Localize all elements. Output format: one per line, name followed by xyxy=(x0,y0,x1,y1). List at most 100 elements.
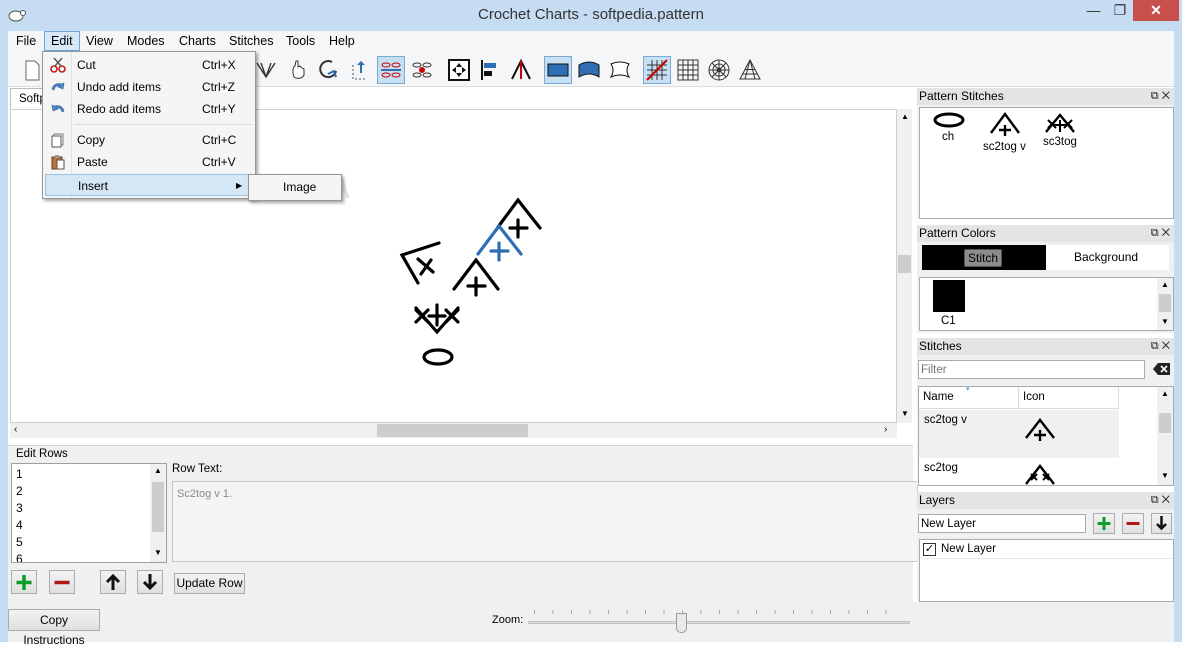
add-row-button[interactable] xyxy=(11,570,37,594)
scroll-down-icon[interactable]: ▼ xyxy=(1161,317,1169,326)
layer-visible-checkbox[interactable]: ✓ xyxy=(923,543,936,556)
rotate-icon[interactable] xyxy=(315,56,343,84)
list-item[interactable]: 4 xyxy=(16,518,23,532)
rows-list-thumb[interactable] xyxy=(152,482,164,532)
canvas-vertical-thumb[interactable] xyxy=(898,255,911,273)
dock-float-close-icons[interactable]: ⧉ ✕ xyxy=(1151,492,1170,509)
canvas-horizontal-scrollbar[interactable]: ‹ › xyxy=(10,423,897,438)
rows-list[interactable]: 1 2 3 4 5 6 ▲ ▼ xyxy=(11,463,167,563)
maximize-button[interactable]: ❐ xyxy=(1107,0,1133,21)
scale-icon[interactable] xyxy=(346,56,374,84)
layer-name-input[interactable] xyxy=(918,514,1086,533)
close-button[interactable]: ✕ xyxy=(1133,0,1179,21)
chart-stitch-selected[interactable] xyxy=(476,223,523,262)
zoom-slider[interactable] xyxy=(528,610,910,636)
menu-item-insert[interactable]: Insert ▶ xyxy=(45,174,253,196)
remove-layer-button[interactable] xyxy=(1122,513,1144,534)
move-layer-down-button[interactable] xyxy=(1151,513,1172,534)
blob-shape-icon[interactable] xyxy=(606,56,634,84)
triangle-grid-icon[interactable] xyxy=(736,56,764,84)
grid-off-icon[interactable] xyxy=(643,56,671,84)
menu-item-redo[interactable]: Redo add items Ctrl+Y xyxy=(45,98,253,120)
chart-stitch-chain[interactable] xyxy=(422,348,454,366)
dock-float-close-icons[interactable]: ⧉ ✕ xyxy=(1151,88,1170,105)
move-row-up-button[interactable] xyxy=(100,570,126,594)
menu-tools[interactable]: Tools xyxy=(280,31,321,51)
scroll-up-icon[interactable]: ▲ xyxy=(154,466,162,475)
grid-stitch-icon[interactable] xyxy=(408,56,436,84)
row-text-field[interactable]: Sc2tog v 1. xyxy=(172,481,918,562)
menu-stitches[interactable]: Stitches xyxy=(223,31,279,51)
stitch-color-button[interactable]: Stitch xyxy=(922,245,1046,270)
column-header-icon[interactable]: Icon xyxy=(1019,387,1119,409)
scroll-left-icon[interactable]: ‹ xyxy=(14,424,17,435)
fan-stitch-icon[interactable] xyxy=(252,56,280,84)
align-icon[interactable] xyxy=(476,56,504,84)
swatch-list-thumb[interactable] xyxy=(1159,294,1171,312)
menu-item-copy[interactable]: Copy Ctrl+C xyxy=(45,129,253,151)
scroll-up-icon[interactable]: ▲ xyxy=(1161,389,1169,398)
angle-icon[interactable] xyxy=(507,56,535,84)
table-row[interactable]: sc2tog v xyxy=(919,410,1119,458)
layer-row[interactable]: ✓ New Layer xyxy=(920,540,1173,559)
chart-stitch-sc2tog-middle[interactable] xyxy=(452,257,500,297)
remove-row-button[interactable] xyxy=(49,570,75,594)
move-icon[interactable] xyxy=(445,56,473,84)
background-color-button[interactable]: Background xyxy=(1046,245,1169,270)
list-item[interactable]: 5 xyxy=(16,535,23,549)
color-swatch-list[interactable]: C1 ▲ ▼ xyxy=(919,277,1174,331)
hand-icon[interactable] xyxy=(285,56,313,84)
list-item[interactable]: 6 xyxy=(16,552,23,562)
stitch-name[interactable]: ch xyxy=(942,131,954,143)
copy-instructions-button[interactable]: Copy Instructions xyxy=(8,609,100,647)
grid-icon[interactable] xyxy=(674,56,702,84)
menu-view[interactable]: View xyxy=(80,31,119,51)
table-row[interactable]: sc2tog xyxy=(919,458,1119,485)
zoom-slider-handle[interactable] xyxy=(676,613,688,633)
minimize-button[interactable]: — xyxy=(1080,0,1107,21)
canvas-vertical-scrollbar[interactable]: ▲ ▼ xyxy=(897,109,912,423)
menu-edit[interactable]: Edit xyxy=(44,31,80,51)
canvas-horizontal-thumb[interactable] xyxy=(377,424,528,437)
dock-float-close-icons[interactable]: ⧉ ✕ xyxy=(1151,338,1170,355)
stitches-table-scrollbar[interactable]: ▲ ▼ xyxy=(1157,387,1173,485)
menu-modes[interactable]: Modes xyxy=(121,31,171,51)
menu-item-cut[interactable]: Cut Ctrl+X xyxy=(45,54,253,76)
stitches-table[interactable]: Name ▾ Icon sc2tog v sc2tog ▲ ▼ xyxy=(918,386,1174,486)
round-grid-icon[interactable] xyxy=(705,56,733,84)
menu-help[interactable]: Help xyxy=(323,31,361,51)
chart-stitch-rotated[interactable] xyxy=(399,241,441,285)
color-swatch[interactable] xyxy=(933,280,965,312)
submenu-item-image[interactable]: Image xyxy=(250,177,340,198)
update-row-button[interactable]: Update Row xyxy=(174,573,245,594)
scroll-right-icon[interactable]: › xyxy=(884,424,887,435)
scroll-up-icon[interactable]: ▲ xyxy=(1161,280,1169,289)
scroll-up-icon[interactable]: ▲ xyxy=(901,112,909,121)
menu-item-paste[interactable]: Paste Ctrl+V xyxy=(45,151,253,173)
add-layer-button[interactable] xyxy=(1093,513,1115,534)
list-item[interactable]: 2 xyxy=(16,484,23,498)
align-rows-icon[interactable] xyxy=(377,56,405,84)
menu-charts[interactable]: Charts xyxy=(173,31,222,51)
dock-float-close-icons[interactable]: ⧉ ✕ xyxy=(1151,225,1170,242)
menu-item-undo[interactable]: Undo add items Ctrl+Z xyxy=(45,76,253,98)
stitches-table-thumb[interactable] xyxy=(1159,413,1171,433)
pattern-stitches-list[interactable]: ch sc2tog v sc3tog xyxy=(919,107,1174,219)
scroll-down-icon[interactable]: ▼ xyxy=(901,409,909,418)
rectangle-shape-icon[interactable] xyxy=(544,56,572,84)
swatch-list-scrollbar[interactable]: ▲ ▼ xyxy=(1157,278,1173,330)
menu-file[interactable]: File xyxy=(10,31,42,51)
list-item[interactable]: 3 xyxy=(16,501,23,515)
scroll-down-icon[interactable]: ▼ xyxy=(1161,471,1169,480)
stitch-name[interactable]: sc3tog xyxy=(1043,136,1077,148)
clear-filter-icon[interactable] xyxy=(1153,362,1171,376)
wave-shape-icon[interactable] xyxy=(575,56,603,84)
scroll-down-icon[interactable]: ▼ xyxy=(154,548,162,557)
stitch-filter-input[interactable] xyxy=(918,360,1145,379)
layers-list[interactable]: ✓ New Layer xyxy=(919,539,1174,602)
list-item[interactable]: 1 xyxy=(16,467,23,481)
chart-stitch-sc3tog[interactable] xyxy=(414,303,460,335)
move-row-down-button[interactable] xyxy=(137,570,163,594)
rows-list-scrollbar[interactable]: ▲ ▼ xyxy=(150,464,166,562)
stitch-name[interactable]: sc2tog v xyxy=(983,141,1026,153)
